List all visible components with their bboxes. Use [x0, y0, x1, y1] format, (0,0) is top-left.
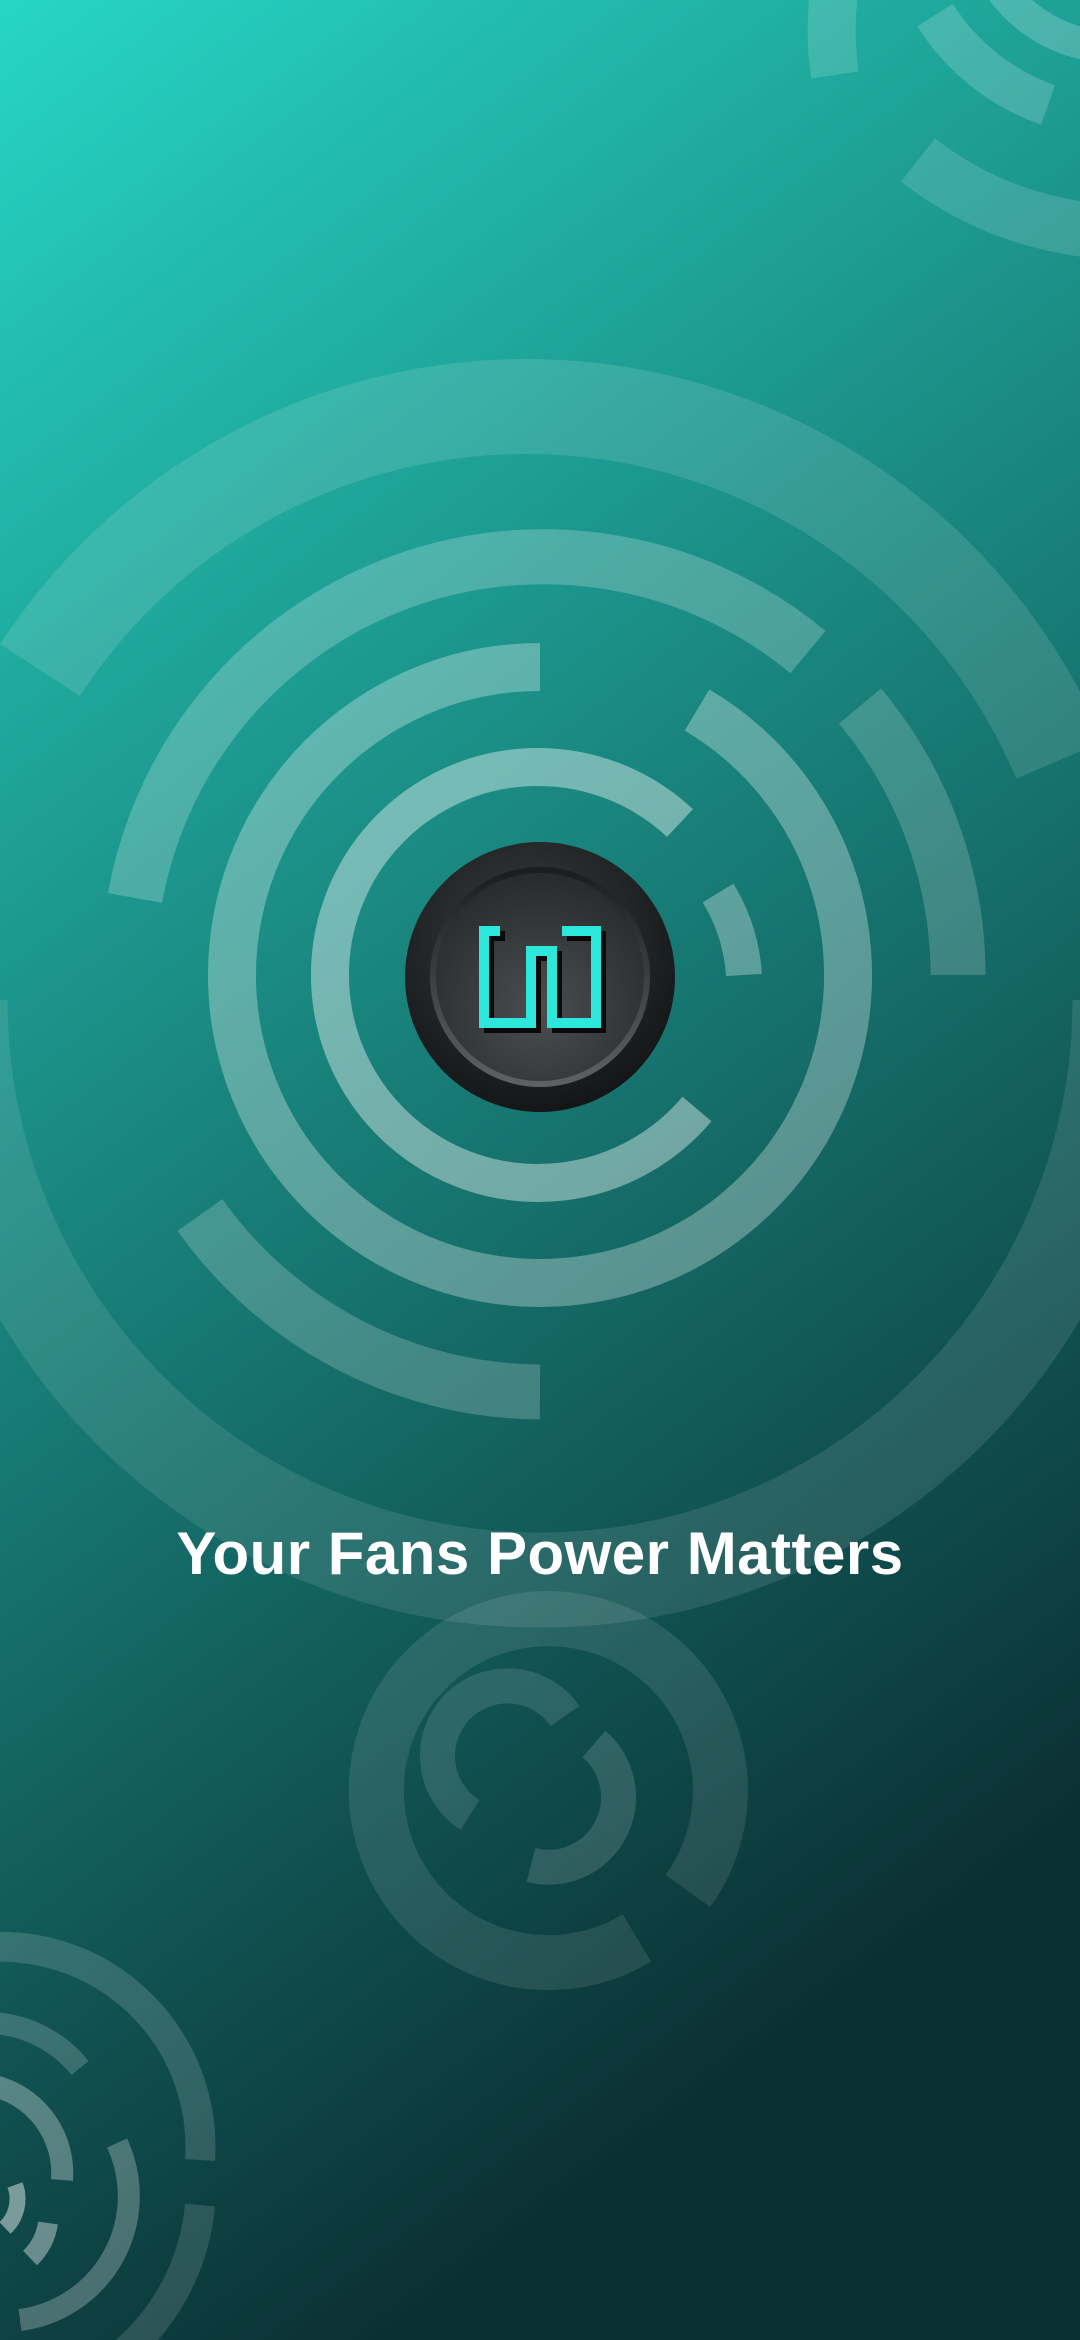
- tagline-title: Your Fans Power Matters: [176, 1520, 904, 1587]
- app-logo-button[interactable]: [404, 841, 676, 1113]
- background-rings: [0, 0, 1080, 2340]
- splash-screen: Your Fans Power Matters: [0, 0, 1080, 2340]
- meander-square-logo-icon: [405, 842, 675, 1112]
- ring-top-right-1: [807, 0, 859, 79]
